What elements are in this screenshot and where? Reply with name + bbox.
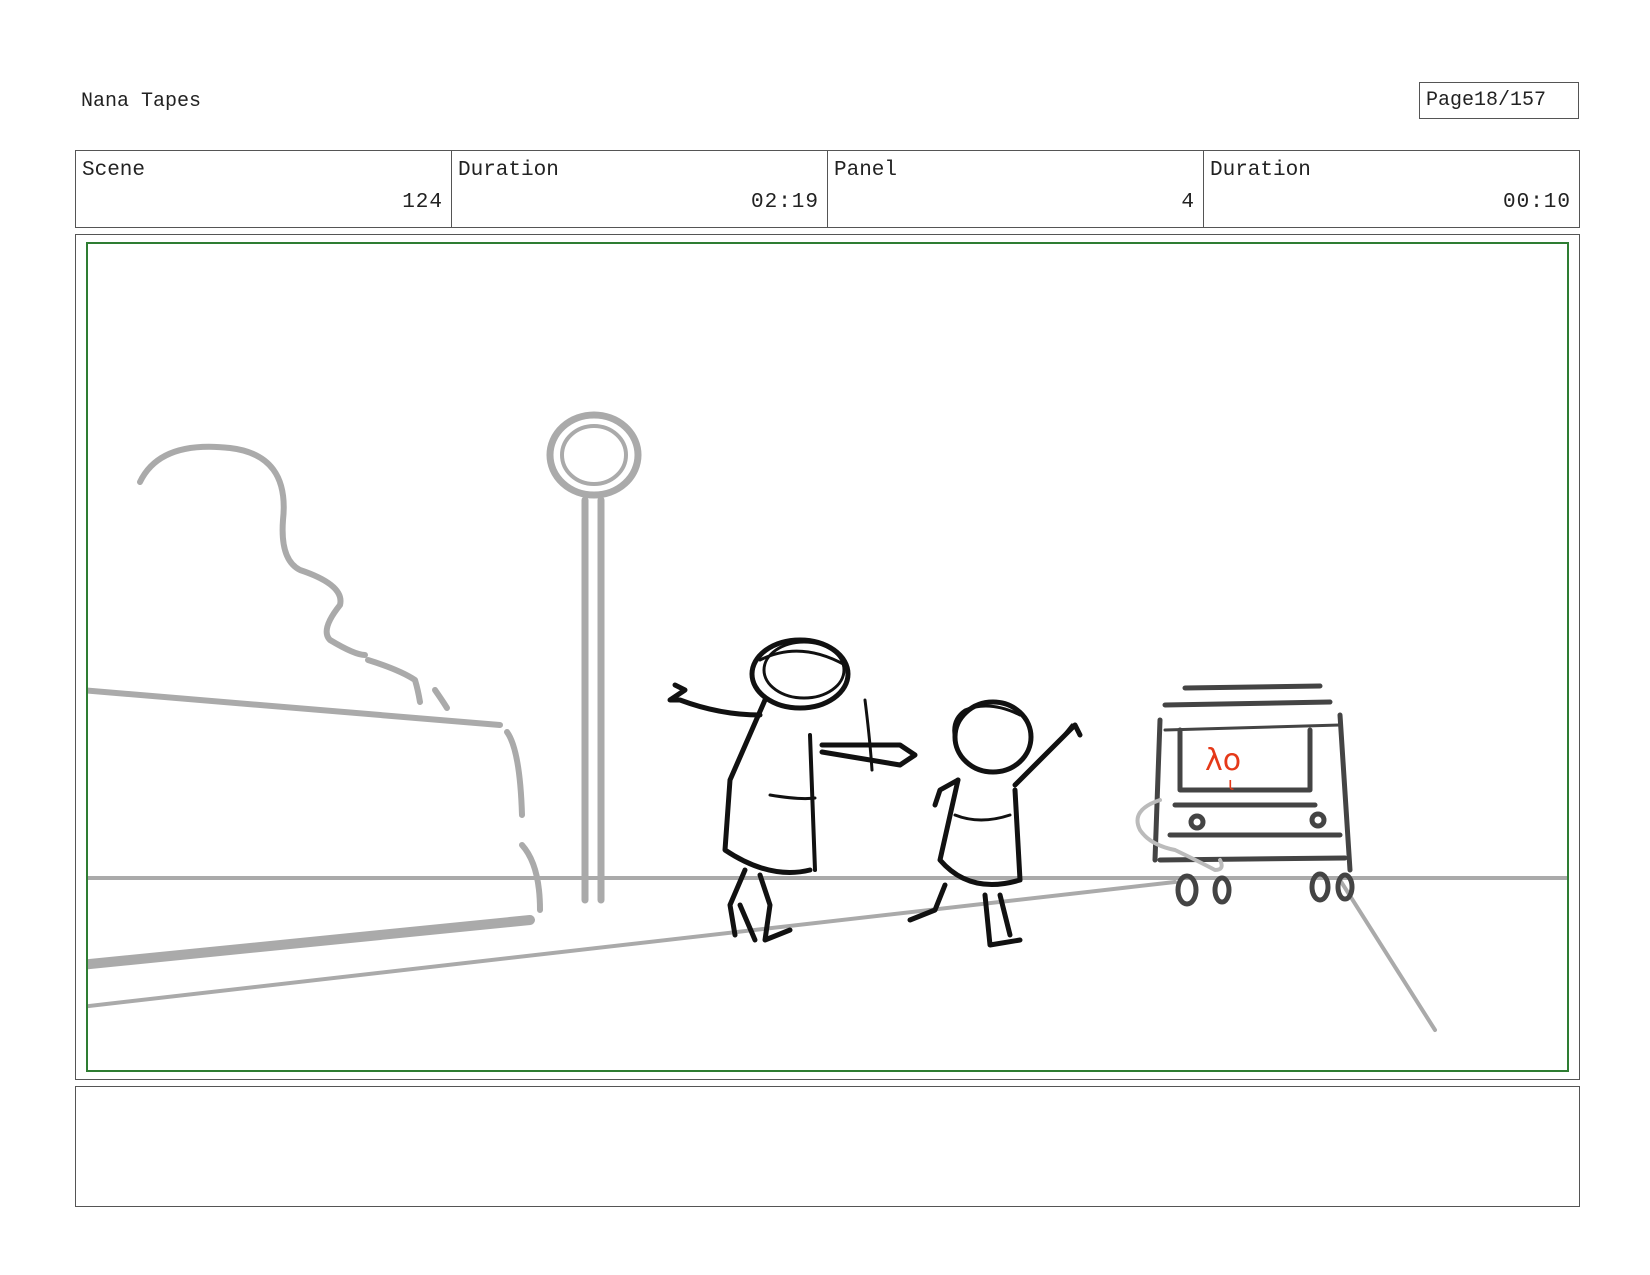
panel-number: 4	[1181, 191, 1195, 214]
bus-sketch	[1152, 683, 1355, 907]
storyboard-frame: λo ι	[86, 242, 1569, 1072]
scene-duration-cell: Duration 02:19	[452, 151, 828, 227]
character-left	[667, 637, 918, 943]
scene-cell: Scene 124	[76, 151, 452, 227]
scene-number: 124	[402, 191, 443, 214]
character-right	[907, 699, 1083, 948]
storyboard-sketch: λo ι	[88, 411, 1567, 1032]
svg-text:ι: ι	[1228, 774, 1234, 795]
panel-duration-label: Duration	[1210, 159, 1311, 182]
panel-info-row: Scene 124 Duration 02:19 Panel 4 Duratio…	[75, 150, 1580, 228]
scene-label: Scene	[82, 159, 146, 182]
background-sketch	[88, 411, 1567, 1032]
page-indicator: Page 18/157	[1419, 82, 1579, 119]
panel-label: Panel	[834, 159, 898, 182]
scene-duration-label: Duration	[458, 159, 559, 182]
panel-duration-cell: Duration 00:10	[1204, 151, 1579, 227]
project-title: Nana Tapes	[81, 90, 202, 113]
page-label: Page	[1426, 89, 1475, 112]
panel-cell: Panel 4	[828, 151, 1204, 227]
bus-marking: λo	[1205, 743, 1241, 778]
panel-duration-value: 00:10	[1502, 191, 1571, 214]
scene-duration-value: 02:19	[750, 191, 819, 214]
notes-box	[75, 1086, 1580, 1207]
page-number: 18/157	[1474, 89, 1547, 112]
